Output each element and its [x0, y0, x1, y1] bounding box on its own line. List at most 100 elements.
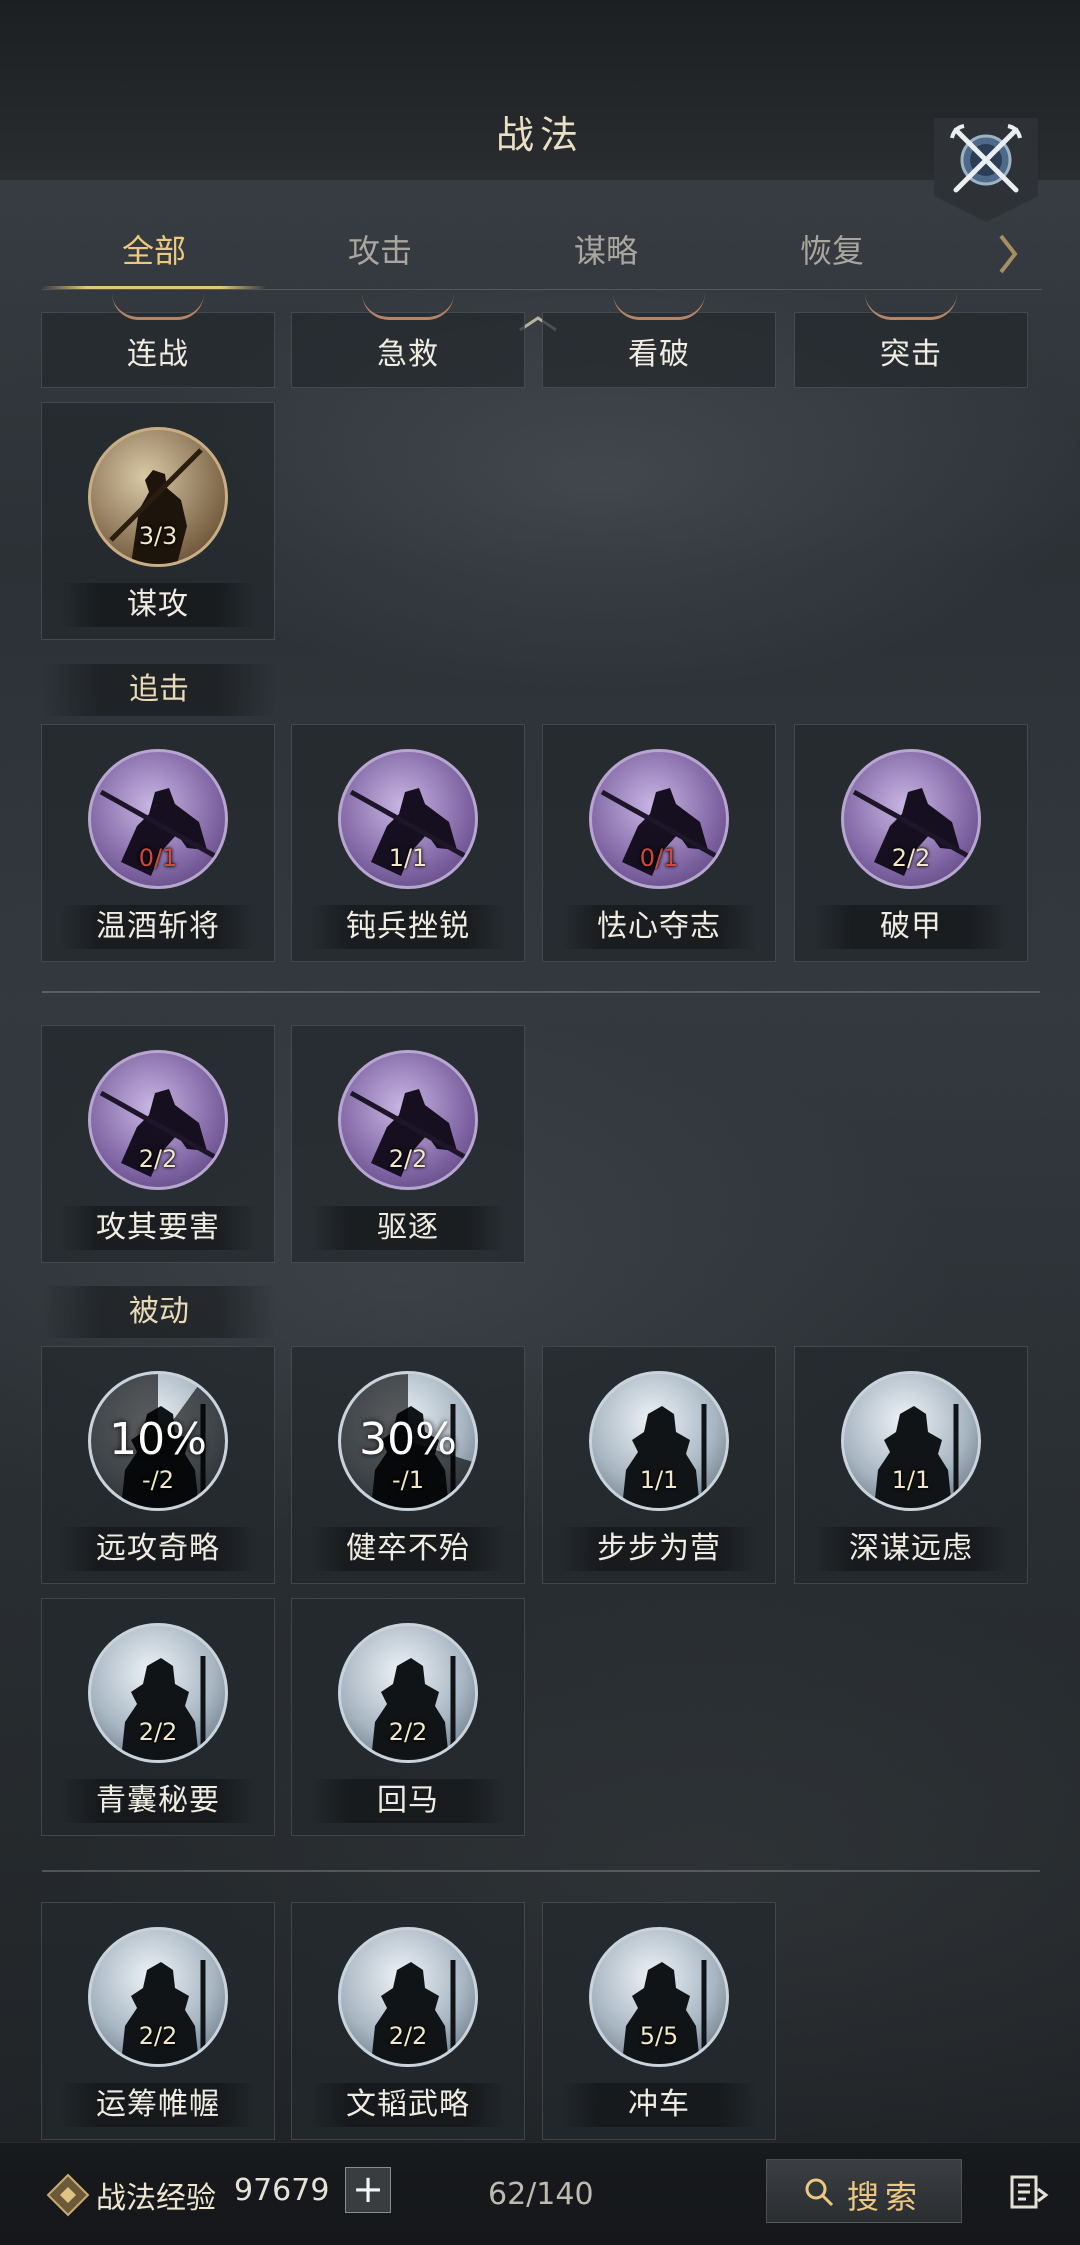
- skill-count: 2/2: [138, 1718, 178, 1746]
- skill-list[interactable]: 连战 急救 看破 突击 3/3 谋攻 追击 0/1 温酒斩将 1/1 钝兵挫锐 …: [0, 292, 1080, 2142]
- exp-label: 战法经验: [96, 2181, 216, 2216]
- skill-label: 怯心夺志: [597, 909, 721, 944]
- skill-card-kanpo[interactable]: 看破: [542, 312, 776, 388]
- skill-card-huima[interactable]: 2/2 回马: [291, 1598, 525, 1836]
- skill-count: 2/2: [388, 1718, 428, 1746]
- skill-card-mougong[interactable]: 3/3 谋攻: [41, 402, 275, 640]
- skill-card-gongqi[interactable]: 2/2 攻其要害: [41, 1025, 275, 1263]
- skill-label: 回马: [377, 1783, 439, 1818]
- skill-icon: 2/2: [88, 1927, 228, 2067]
- skill-count: -/1: [391, 1466, 424, 1494]
- tab-next-chevron-icon[interactable]: [995, 232, 1021, 276]
- skill-label: 健卒不殆: [346, 1531, 470, 1566]
- skill-label: 远攻奇略: [96, 1531, 220, 1566]
- skill-label: 步步为营: [597, 1531, 721, 1566]
- skill-label: 钝兵挫锐: [346, 909, 470, 944]
- tab-recovery[interactable]: 恢复: [720, 220, 944, 286]
- footer-bar: 战法经验 97679 + 62/140 搜索: [0, 2142, 1080, 2245]
- section-divider: [42, 1870, 1040, 1872]
- tab-attack-label: 攻击: [347, 232, 412, 270]
- skill-icon: 2/2: [338, 1927, 478, 2067]
- skill-card-dunbing[interactable]: 1/1 钝兵挫锐: [291, 724, 525, 962]
- skill-label: 深谋远虑: [849, 1531, 973, 1566]
- skill-count: 0/1: [138, 844, 178, 872]
- skill-label: 文韬武略: [346, 2087, 470, 2122]
- skill-count-total: 62/140: [488, 2177, 594, 2212]
- skill-icon: 2/2: [841, 749, 981, 889]
- header: 战法: [0, 0, 1080, 180]
- skill-count: 2/2: [388, 1145, 428, 1173]
- skill-card-quzhu[interactable]: 2/2 驱逐: [291, 1025, 525, 1263]
- skill-count: 2/2: [388, 2022, 428, 2050]
- skill-icon: 1/1: [589, 1371, 729, 1511]
- skill-count: -/2: [141, 1466, 174, 1494]
- skill-icon: 0/1: [589, 749, 729, 889]
- list-menu-icon[interactable]: [1008, 2171, 1050, 2213]
- skill-card-jijiu[interactable]: 急救: [291, 312, 525, 388]
- tab-bar-divider: [42, 289, 1042, 290]
- skill-icon: 2/2: [88, 1050, 228, 1190]
- skill-count: 1/1: [388, 844, 428, 872]
- skill-card-yuangong[interactable]: 10% -/2 远攻奇略: [41, 1346, 275, 1584]
- tab-recovery-label: 恢复: [799, 232, 864, 270]
- skill-card-jianzu[interactable]: 30% -/1 健卒不殆: [291, 1346, 525, 1584]
- skill-count: 1/1: [891, 1466, 931, 1494]
- tab-bar: 全部 攻击 谋略 恢复: [42, 220, 1042, 292]
- add-exp-button[interactable]: +: [345, 2167, 391, 2213]
- skill-label: 破甲: [880, 909, 942, 944]
- skill-icon-rim: [112, 293, 204, 320]
- skill-icon: 1/1: [338, 749, 478, 889]
- skill-label: 谋攻: [127, 587, 189, 622]
- skill-count: 5/5: [639, 2022, 679, 2050]
- tab-strategy-label: 谋略: [573, 232, 638, 270]
- skill-count: 2/2: [891, 844, 931, 872]
- skill-label: 攻其要害: [96, 1210, 220, 1245]
- search-label: 搜索: [847, 2178, 924, 2216]
- skill-card-wentao[interactable]: 2/2 文韬武略: [291, 1902, 525, 2140]
- skill-card-bubu[interactable]: 1/1 步步为营: [542, 1346, 776, 1584]
- skill-icon: 0/1: [88, 749, 228, 889]
- skill-label: 看破: [628, 337, 690, 372]
- skill-label: 运筹帷幄: [96, 2087, 220, 2122]
- skill-icon: 1/1: [841, 1371, 981, 1511]
- skill-count: 0/1: [639, 844, 679, 872]
- skill-label: 连战: [127, 337, 189, 372]
- skill-card-chongche[interactable]: 5/5 冲车: [542, 1902, 776, 2140]
- skill-card-shenmou[interactable]: 1/1 深谋远虑: [794, 1346, 1028, 1584]
- skill-label: 温酒斩将: [96, 909, 220, 944]
- skill-card-tuji[interactable]: 突击: [794, 312, 1028, 388]
- close-crossed-swords-icon: [950, 124, 1022, 193]
- skill-icon-rim: [362, 293, 454, 320]
- skill-icon-rim: [865, 293, 957, 320]
- cooldown-text: 30%: [359, 1414, 457, 1465]
- section-title-pursuit: 追击: [42, 664, 276, 716]
- tab-all[interactable]: 全部: [42, 220, 266, 289]
- cooldown-text: 10%: [109, 1414, 207, 1465]
- search-button[interactable]: 搜索: [766, 2159, 962, 2223]
- skill-card-pojia[interactable]: 2/2 破甲: [794, 724, 1028, 962]
- skill-icon-rim: [613, 293, 705, 320]
- skill-card-yunchou[interactable]: 2/2 运筹帷幄: [41, 1902, 275, 2140]
- skill-icon: 10% -/2: [88, 1371, 228, 1511]
- skill-icon: 2/2: [338, 1623, 478, 1763]
- close-button[interactable]: [934, 118, 1038, 222]
- skill-label: 突击: [880, 337, 942, 372]
- skill-card-qiexin[interactable]: 0/1 怯心夺志: [542, 724, 776, 962]
- skill-count: 2/2: [138, 2022, 178, 2050]
- tab-all-label: 全部: [121, 232, 186, 270]
- skill-icon: 2/2: [88, 1623, 228, 1763]
- skill-card-qingnang[interactable]: 2/2 青囊秘要: [41, 1598, 275, 1836]
- skill-icon: 2/2: [338, 1050, 478, 1190]
- tab-strategy[interactable]: 谋略: [494, 220, 718, 286]
- skill-count: 3/3: [138, 522, 178, 550]
- tab-attack[interactable]: 攻击: [268, 220, 492, 286]
- section-title-passive: 被动: [42, 1286, 276, 1338]
- skill-label: 冲车: [628, 2087, 690, 2122]
- skill-count: 1/1: [639, 1466, 679, 1494]
- skill-count: 2/2: [138, 1145, 178, 1173]
- skill-card-wenjiu[interactable]: 0/1 温酒斩将: [41, 724, 275, 962]
- skill-card-lianzhan[interactable]: 连战: [41, 312, 275, 388]
- exp-badge-icon: [46, 2173, 90, 2217]
- skill-icon: 30% -/1: [338, 1371, 478, 1511]
- exp-value: 97679: [234, 2173, 330, 2208]
